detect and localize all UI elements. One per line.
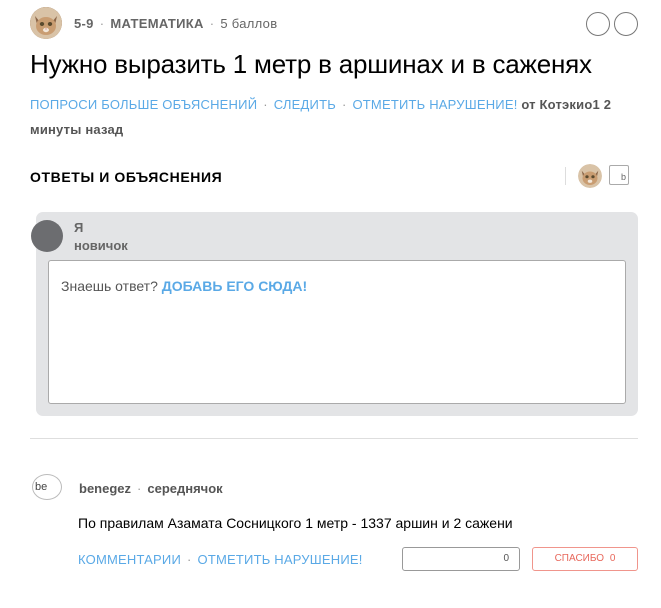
comments-link[interactable]: КОММЕНТАРИИ [78,552,181,567]
report-question-link[interactable]: ОТМЕТИТЬ НАРУШЕНИЕ! [352,97,517,112]
divider [30,438,638,439]
my-avatar [31,220,63,252]
author-prefix: от [521,97,536,112]
my-name: Я [74,220,84,235]
my-rank: новичок [74,238,128,253]
cat-avatar-icon [578,164,602,188]
circle-outline-icon[interactable] [614,12,638,36]
question-meta: 5-9 · МАТЕМАТИКА · 5 баллов [74,16,278,31]
circle-outline-icon[interactable] [586,12,610,36]
answer-username[interactable]: benegez [79,481,131,496]
cat-avatar-icon [30,7,62,39]
answer-user-rank: середнячок [147,481,223,496]
broken-image-icon[interactable]: b [609,165,629,185]
subject-label[interactable]: МАТЕМАТИКА [110,16,203,31]
ask-more-link[interactable]: ПОПРОСИ БОЛЬШЕ ОБЪЯСНЕНИЙ [30,97,257,112]
broken-image-alt: b [621,172,627,182]
answer-input-prompt: Знаешь ответ? ДОБАВЬ ЕГО СЮДА! [61,278,307,294]
follow-link[interactable]: СЛЕДИТЬ [274,97,336,112]
divider [565,167,566,185]
thanks-label: СПАСИБО [554,553,605,564]
answer-input[interactable]: Знаешь ответ? ДОБАВЬ ЕГО СЮДА! [48,260,626,404]
answer-text: По правилам Азамата Сосницкого 1 метр - … [78,515,513,531]
rating-box[interactable]: 0 [402,547,520,571]
answerer-avatar[interactable] [578,164,602,188]
prompt-text: Знаешь ответ? [61,278,158,294]
asker-avatar[interactable] [30,7,62,39]
broken-image-icon[interactable]: be [32,474,62,500]
thanks-count: 0 [609,553,616,564]
points-label: 5 баллов [220,16,278,31]
answer-user-line: benegez · середнячок [79,481,223,496]
question-title: Нужно выразить 1 метр в аршинах и в саже… [30,49,592,79]
rating-count: 0 [503,553,509,564]
thanks-button[interactable]: СПАСИБО 0 [532,547,638,571]
grade-label[interactable]: 5-9 [74,16,94,31]
question-actions: ПОПРОСИ БОЛЬШЕ ОБЪЯСНЕНИЙ · СЛЕДИТЬ · ОТМЕТИ… [30,97,612,137]
author-name[interactable]: Котэкио1 [540,97,600,112]
add-answer-link[interactable]: ДОБАВЬ ЕГО СЮДА! [162,278,307,294]
answers-section-title: ОТВЕТЫ И ОБЪЯСНЕНИЯ [30,169,223,185]
answer-actions: КОММЕНТАРИИ · ОТМЕТИТЬ НАРУШЕНИЕ! [78,552,363,567]
answer-avatar-alt: be [35,481,48,493]
report-answer-link[interactable]: ОТМЕТИТЬ НАРУШЕНИЕ! [198,552,363,567]
